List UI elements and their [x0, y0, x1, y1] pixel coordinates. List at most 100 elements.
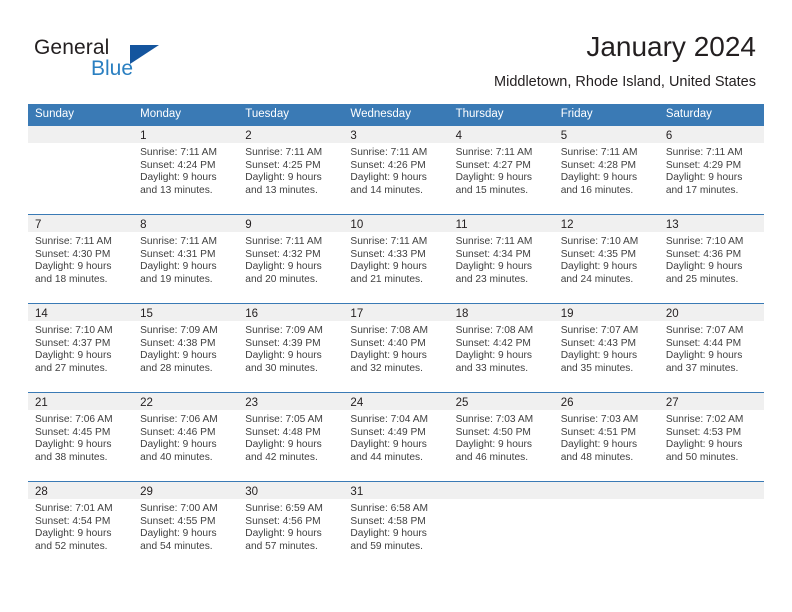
calendar-day-cell[interactable]: 26 Sunrise: 7:03 AM Sunset: 4:51 PM Dayligh…	[553, 393, 659, 481]
day-detail-block: Sunrise: 7:07 AM Sunset: 4:43 PM Daylight:…	[554, 321, 659, 375]
page-subtitle: Middletown, Rhode Island, United States	[494, 74, 756, 90]
day-detail-line: Sunset: 4:32 PM	[245, 248, 321, 260]
day-number: 18	[455, 308, 469, 320]
day-number-band: 26	[553, 393, 659, 410]
day-detail-line: and 33 minutes.	[455, 362, 529, 374]
calendar-day-cell[interactable]: 25 Sunrise: 7:03 AM Sunset: 4:50 PM Dayligh…	[448, 393, 554, 481]
day-detail-line: Sunset: 4:44 PM	[665, 337, 742, 349]
calendar-day-cell[interactable]: 10 Sunrise: 7:11 AM Sunset: 4:33 PM Dayligh…	[343, 215, 449, 303]
day-detail-line: Daylight: 9 hours	[245, 172, 322, 184]
day-detail-line: and 28 minutes.	[140, 362, 213, 374]
day-detail-line: Sunset: 4:53 PM	[665, 426, 742, 438]
day-detail-block: Sunrise: 7:11 AM Sunset: 4:34 PM Daylight:…	[449, 232, 554, 286]
day-detail-line: Daylight: 9 hours	[560, 261, 638, 273]
day-detail-line: and 16 minutes.	[560, 184, 634, 196]
day-number-band	[658, 482, 764, 499]
calendar-day-cell[interactable]: 27 Sunrise: 7:02 AM Sunset: 4:53 PM Dayligh…	[658, 393, 764, 481]
day-detail-line: Sunrise: 7:04 AM	[350, 414, 429, 425]
day-detail-line: Sunrise: 7:11 AM	[35, 236, 112, 247]
day-detail-line: and 38 minutes.	[35, 451, 108, 463]
calendar-day-cell[interactable]: 21 Sunrise: 7:06 AM Sunset: 4:45 PM Dayligh…	[28, 393, 134, 481]
day-number-band: 13	[658, 215, 764, 232]
day-detail-line: Sunrise: 6:58 AM	[350, 503, 429, 514]
day-detail-line: and 59 minutes.	[350, 540, 423, 552]
calendar-day-cell[interactable]: 6 Sunrise: 7:11 AM Sunset: 4:29 PM Daylight…	[658, 126, 764, 214]
day-detail-block: Sunrise: 6:59 AM Sunset: 4:56 PM Daylight:…	[238, 499, 343, 553]
calendar-day-cell[interactable]: 3 Sunrise: 7:11 AM Sunset: 4:26 PM Daylight…	[343, 126, 449, 214]
weekday-header-friday: Friday	[560, 108, 593, 120]
calendar-day-cell[interactable]: 14 Sunrise: 7:10 AM Sunset: 4:37 PM Dayligh…	[28, 304, 134, 392]
day-detail-line: Sunset: 4:49 PM	[350, 426, 426, 438]
calendar-day-cell[interactable]: 2 Sunrise: 7:11 AM Sunset: 4:25 PM Daylight…	[238, 126, 344, 214]
day-detail-line: Sunrise: 7:11 AM	[140, 147, 217, 158]
day-detail-line: Daylight: 9 hours	[140, 439, 217, 451]
day-detail-block: Sunrise: 7:11 AM Sunset: 4:32 PM Daylight:…	[238, 232, 343, 286]
day-detail-line: Daylight: 9 hours	[35, 528, 112, 540]
day-detail-line: Sunset: 4:27 PM	[455, 159, 531, 171]
calendar-day-cell[interactable]: 5 Sunrise: 7:11 AM Sunset: 4:28 PM Daylight…	[553, 126, 659, 214]
calendar-day-cell[interactable]: 20 Sunrise: 7:07 AM Sunset: 4:44 PM Dayligh…	[658, 304, 764, 392]
calendar-day-cell[interactable]: 1 Sunrise: 7:11 AM Sunset: 4:24 PM Daylight…	[133, 126, 239, 214]
calendar-day-cell[interactable]: 22 Sunrise: 7:06 AM Sunset: 4:46 PM Dayligh…	[133, 393, 239, 481]
day-detail-line: Sunrise: 7:08 AM	[455, 325, 534, 336]
day-detail-block: Sunrise: 7:07 AM Sunset: 4:44 PM Daylight:…	[659, 321, 764, 375]
day-detail-line: and 20 minutes.	[245, 273, 318, 285]
generalblue-logo[interactable]: General Blue	[34, 36, 214, 90]
day-detail-block: Sunrise: 7:04 AM Sunset: 4:49 PM Daylight:…	[343, 410, 448, 464]
calendar-day-cell[interactable]: 19 Sunrise: 7:07 AM Sunset: 4:43 PM Dayligh…	[553, 304, 659, 392]
calendar-day-cell[interactable]: 9 Sunrise: 7:11 AM Sunset: 4:32 PM Daylight…	[238, 215, 344, 303]
day-number-band: 12	[553, 215, 659, 232]
day-detail-line: Sunrise: 7:11 AM	[455, 147, 533, 158]
calendar-day-cell[interactable]: 31 Sunrise: 6:58 AM Sunset: 4:58 PM Dayligh…	[343, 482, 449, 570]
day-number: 1	[140, 130, 147, 142]
weekday-header-wednesday: Wednesday	[350, 108, 411, 120]
calendar-day-cell[interactable]: 15 Sunrise: 7:09 AM Sunset: 4:38 PM Dayligh…	[133, 304, 239, 392]
day-detail-line: Sunset: 4:36 PM	[665, 248, 742, 260]
day-detail-block: Sunrise: 7:11 AM Sunset: 4:28 PM Daylight:…	[554, 143, 659, 197]
calendar-day-cell[interactable]: 18 Sunrise: 7:08 AM Sunset: 4:42 PM Dayligh…	[448, 304, 554, 392]
calendar-day-cell[interactable]: 23 Sunrise: 7:05 AM Sunset: 4:48 PM Dayligh…	[238, 393, 344, 481]
calendar-day-cell[interactable]: 4 Sunrise: 7:11 AM Sunset: 4:27 PM Daylight…	[448, 126, 554, 214]
day-detail-line: Sunrise: 7:03 AM	[560, 414, 639, 425]
day-number: 2	[245, 130, 252, 142]
day-number-band: 29	[133, 482, 239, 499]
day-number-band: 30	[238, 482, 344, 499]
calendar-day-cell[interactable]: 24 Sunrise: 7:04 AM Sunset: 4:49 PM Dayligh…	[343, 393, 449, 481]
day-detail-line: Sunrise: 7:10 AM	[560, 236, 639, 247]
calendar-day-cell[interactable]: 11 Sunrise: 7:11 AM Sunset: 4:34 PM Dayligh…	[448, 215, 554, 303]
day-detail-line: Sunrise: 7:11 AM	[560, 147, 638, 158]
day-detail-line: Daylight: 9 hours	[245, 439, 322, 451]
calendar-week-row: 14 Sunrise: 7:10 AM Sunset: 4:37 PM Dayligh…	[28, 303, 764, 392]
day-detail-line: Daylight: 9 hours	[35, 261, 112, 273]
day-number-band: 1	[133, 126, 239, 143]
calendar-day-cell[interactable]: 30 Sunrise: 6:59 AM Sunset: 4:56 PM Dayligh…	[238, 482, 344, 570]
calendar-day-cell[interactable]: 17 Sunrise: 7:08 AM Sunset: 4:40 PM Dayligh…	[343, 304, 449, 392]
day-detail-line: Sunrise: 7:07 AM	[665, 325, 744, 336]
day-detail-line: Sunset: 4:25 PM	[245, 159, 321, 171]
calendar-day-cell[interactable]: 16 Sunrise: 7:09 AM Sunset: 4:39 PM Dayligh…	[238, 304, 344, 392]
calendar-day-cell[interactable]: 13 Sunrise: 7:10 AM Sunset: 4:36 PM Dayligh…	[658, 215, 764, 303]
day-number-band: 11	[448, 215, 554, 232]
calendar-day-cell[interactable]: 28 Sunrise: 7:01 AM Sunset: 4:54 PM Dayligh…	[28, 482, 134, 570]
day-number-band: 21	[28, 393, 134, 410]
day-detail-line: and 30 minutes.	[245, 362, 318, 374]
triangle-flag-icon	[130, 45, 159, 64]
day-number: 13	[665, 219, 679, 231]
calendar-day-cell[interactable]: 29 Sunrise: 7:00 AM Sunset: 4:55 PM Dayligh…	[133, 482, 239, 570]
day-detail-line: Daylight: 9 hours	[35, 350, 112, 362]
day-number-band: 16	[238, 304, 344, 321]
calendar-day-cell-empty	[448, 482, 554, 570]
calendar-day-cell[interactable]: 7 Sunrise: 7:11 AM Sunset: 4:30 PM Daylight…	[28, 215, 134, 303]
day-number-band: 20	[658, 304, 764, 321]
calendar-weeks: 1 Sunrise: 7:11 AM Sunset: 4:24 PM Daylight…	[28, 125, 764, 570]
day-number: 26	[560, 397, 574, 409]
calendar-day-cell[interactable]: 12 Sunrise: 7:10 AM Sunset: 4:35 PM Dayligh…	[553, 215, 659, 303]
day-detail-block: Sunrise: 7:06 AM Sunset: 4:45 PM Daylight:…	[28, 410, 133, 464]
day-number: 4	[455, 130, 462, 142]
day-number: 27	[665, 397, 679, 409]
calendar-day-cell[interactable]: 8 Sunrise: 7:11 AM Sunset: 4:31 PM Daylight…	[133, 215, 239, 303]
day-number-band: 17	[343, 304, 449, 321]
day-detail-line: and 25 minutes.	[665, 273, 739, 285]
day-detail-line: Sunrise: 7:10 AM	[665, 236, 744, 247]
day-detail-line: Sunrise: 7:07 AM	[560, 325, 639, 336]
